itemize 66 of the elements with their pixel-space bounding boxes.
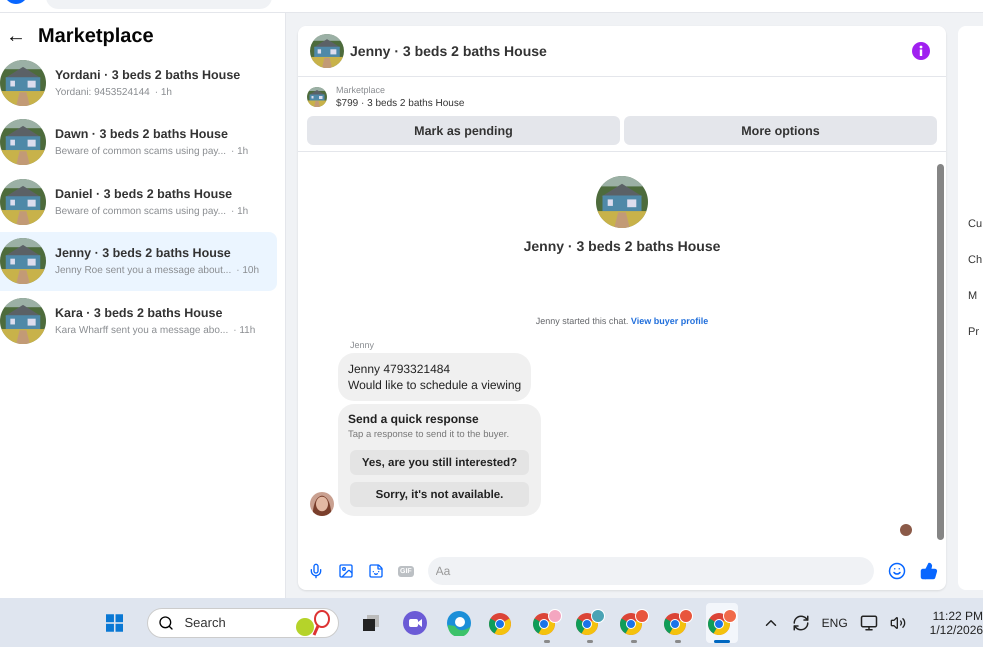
search-input[interactable]: Search: [182, 614, 286, 631]
conversation-title: Jenny · 3 beds 2 baths House: [55, 246, 232, 260]
quick-reply-button[interactable]: Yes, are you still interested?: [350, 450, 529, 475]
conversation-item[interactable]: Yordani · 3 beds 2 baths House Yordani: 9453524144 · 1h: [0, 53, 277, 112]
conversation-item[interactable]: Jenny · 3 beds 2 baths House Jenny Roe sent you a message about... · 10h: [0, 232, 277, 291]
details-label: Cu: [968, 218, 983, 230]
language-indicator[interactable]: ENG: [822, 616, 848, 630]
conversation-title: Dawn · 3 beds 2 baths House: [55, 127, 229, 142]
clock-time[interactable]: 11:22 PM: [932, 608, 983, 622]
sender-name: Jenny: [350, 340, 376, 350]
message-input[interactable]: Aa: [428, 557, 874, 585]
listing-action-button[interactable]: More options: [624, 116, 937, 145]
chat-title: Jenny · 3 beds 2 baths House: [350, 43, 548, 59]
profile-browser-icon: [706, 608, 737, 636]
like-icon[interactable]: [920, 562, 938, 580]
read-receipt-avatar: [900, 524, 912, 536]
message-preview: Yordani: 9453524144: [55, 86, 150, 98]
microphone-icon[interactable]: [308, 563, 324, 579]
message-bubble: Jenny 4793321484 Would like to schedule a viewing: [338, 353, 532, 401]
listing-action-button[interactable]: Mark as pending: [307, 116, 620, 145]
conversation-title: Kara · 3 beds 2 baths House: [55, 306, 224, 320]
message-time: · 10h: [236, 265, 260, 276]
video-chat-icon: [402, 610, 428, 636]
start-icon[interactable]: [106, 612, 124, 634]
message-preview: Beware of common scams using pay...: [55, 146, 226, 158]
message-time: · 1h: [231, 146, 248, 158]
listing-label: Marketplace: [336, 85, 386, 95]
profile-browser-icon: [662, 608, 693, 636]
chat-started-note: Jenny started this chat. View buyer profile: [536, 316, 708, 326]
search-icon: [158, 614, 174, 630]
taskbar-app[interactable]: [706, 602, 738, 642]
listing-summary: $799 · 3 beds 2 baths House: [336, 98, 464, 109]
message-preview: Beware of common scams using pay...: [55, 206, 226, 217]
message-time: · 11h: [233, 324, 256, 336]
message-time: · 1h: [154, 86, 172, 98]
quick-response-hint: Tap a response to send it to the buyer.: [348, 429, 510, 440]
emoji-icon[interactable]: [888, 562, 906, 580]
conversation-item[interactable]: Daniel · 3 beds 2 baths House Beware of common scams using pay... · 1h: [0, 172, 277, 232]
message-preview: Jenny Roe sent you a message about...: [55, 265, 232, 276]
browser-icon: [446, 610, 472, 636]
network-icon[interactable]: [860, 614, 878, 632]
page-title: Marketplace: [38, 24, 154, 48]
info-icon[interactable]: [912, 42, 930, 60]
quick-reply-button[interactable]: Sorry, it's not available.: [350, 482, 529, 507]
profile-browser-icon: [532, 608, 562, 636]
image-icon[interactable]: [338, 563, 354, 579]
profile-browser-icon: [575, 608, 606, 636]
message-time: · 1h: [231, 206, 248, 217]
back-arrow[interactable]: ←: [6, 24, 26, 48]
taskbar-search[interactable]: Search: [147, 608, 340, 638]
details-label: Pr: [968, 326, 980, 338]
sticker-icon[interactable]: [368, 563, 384, 579]
message-preview: Kara Wharff sent you a message abo...: [55, 324, 228, 336]
details-label: Ch: [968, 254, 983, 266]
conversation-item[interactable]: Dawn · 3 beds 2 baths House Beware of common scams using pay... · 1h: [0, 112, 277, 172]
conversation-item[interactable]: Kara · 3 beds 2 baths House Kara Wharff sent you a message abo... · 11h: [0, 291, 277, 350]
volume-icon[interactable]: [890, 614, 906, 630]
sync-icon[interactable]: [792, 614, 810, 632]
details-label: M: [968, 290, 978, 302]
conversation-title: Daniel · 3 beds 2 baths House: [55, 186, 234, 201]
buyer-profile-link[interactable]: View buyer profile: [630, 316, 708, 326]
profile-browser-icon: [619, 608, 650, 636]
clock-date[interactable]: 1/12/2026: [930, 622, 983, 636]
listing-title: Jenny · 3 beds 2 baths House: [524, 238, 720, 254]
quick-response-title: Send a quick response: [348, 412, 480, 426]
conversation-title: Yordani · 3 beds 2 baths House: [55, 68, 240, 82]
